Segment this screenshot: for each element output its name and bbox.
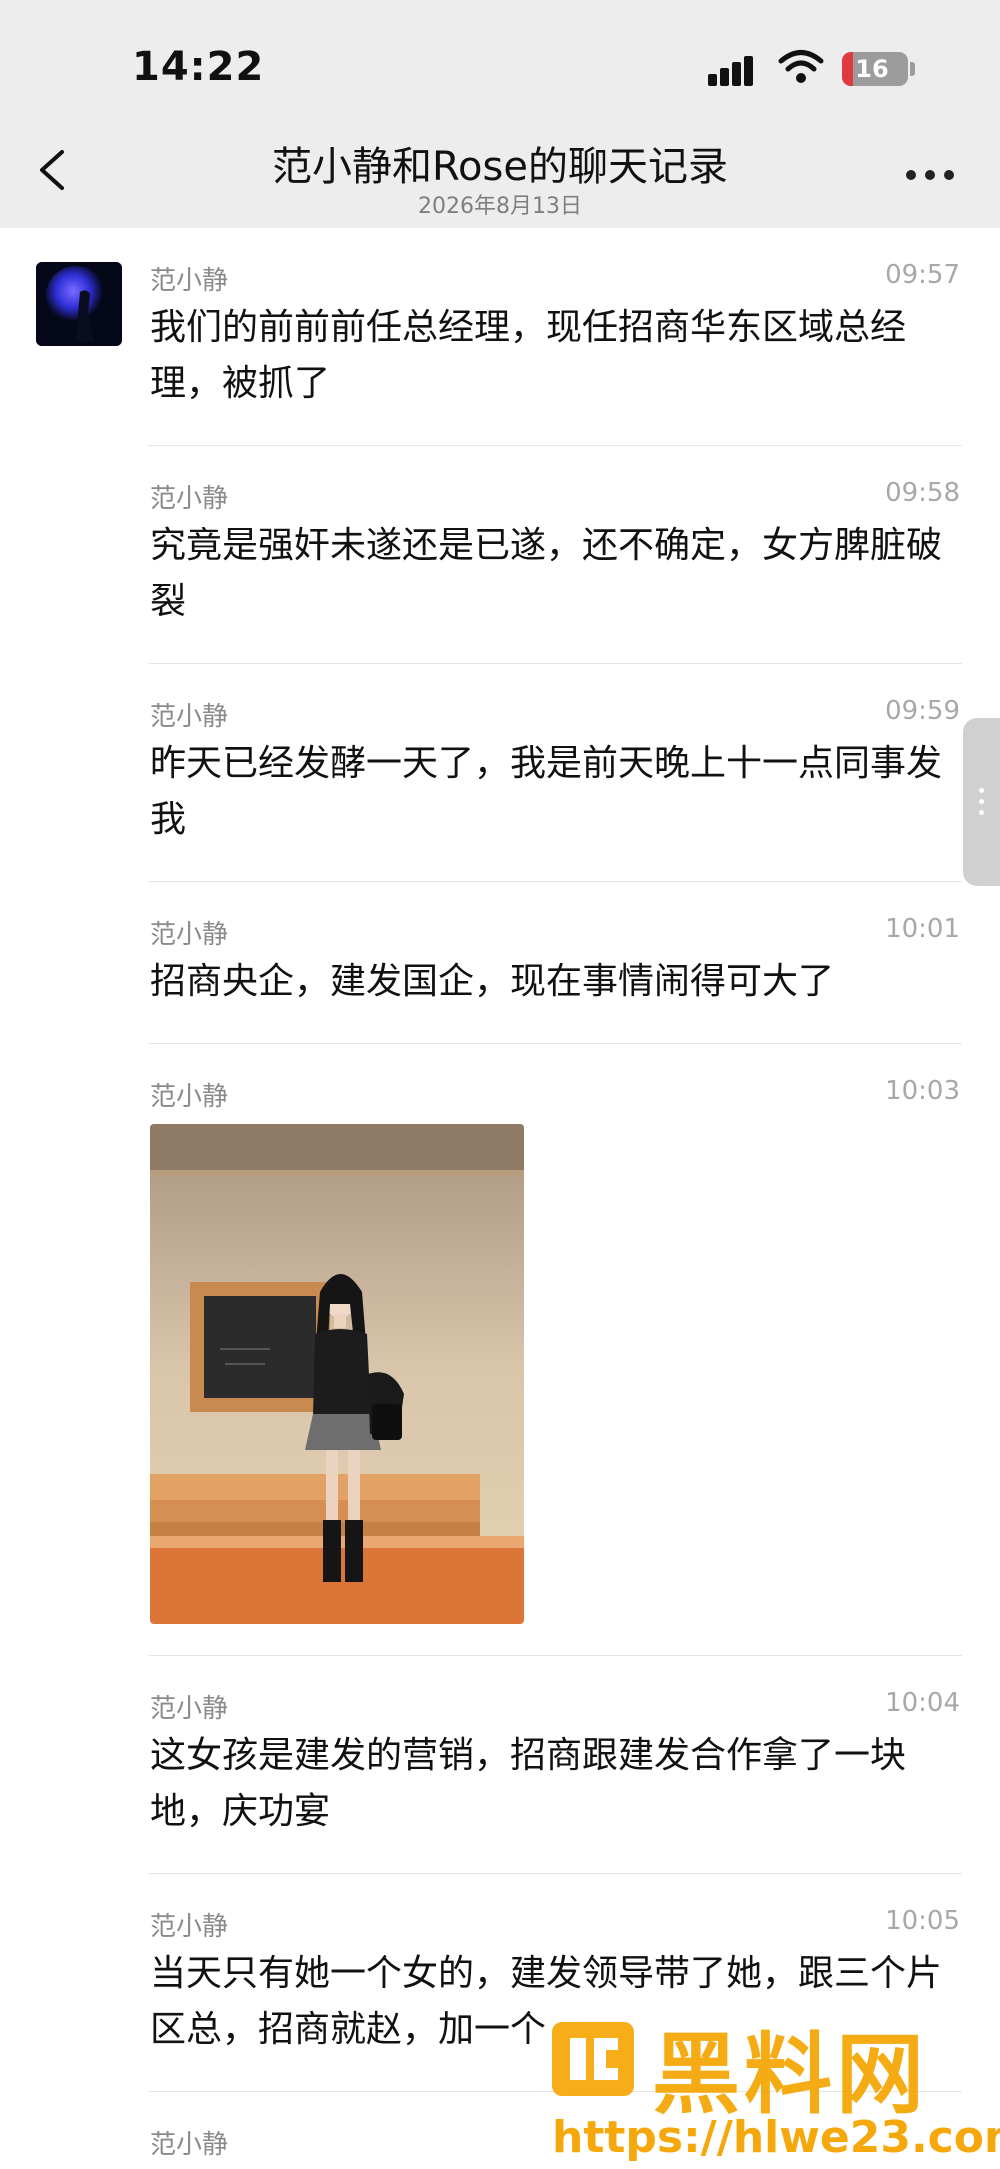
message-time: 10:01 [885, 914, 960, 944]
message-text: 这女孩是建发的营销，招商跟建发合作拿了一块地，庆功宴 [150, 1735, 907, 1832]
message-divider [148, 445, 962, 446]
cellular-signal-icon [708, 52, 764, 86]
battery-cap [910, 62, 915, 76]
status-time: 14:22 [132, 44, 265, 90]
sender-name: 范小静 [150, 1912, 229, 1942]
message-divider [148, 1873, 962, 1874]
message-text: 招商央企，建发国企，现在事情闹得可大了 [150, 961, 835, 1002]
more-dots-icon[interactable] [902, 158, 958, 192]
sender-name: 范小静 [150, 1694, 229, 1724]
message-item[interactable]: 范小静 09:57 我们的前前前任总经理，现任招商华东区域总经理，被抓了 [148, 260, 962, 446]
message-text: 我们的前前前任总经理，现任招商华东区域总经理，被抓了 [150, 307, 907, 404]
sender-name: 范小静 [150, 702, 229, 732]
sender-name: 范小静 [150, 2130, 229, 2160]
message-time: 09:58 [885, 478, 960, 508]
avatar[interactable] [36, 262, 122, 346]
message-time: 09:57 [885, 260, 960, 290]
battery-icon: 16 [842, 52, 908, 86]
message-divider [148, 663, 962, 664]
sender-name: 范小静 [150, 1082, 229, 1112]
battery-level-text: 16 [855, 55, 889, 83]
header-bar: 14:22 16 范小静和Rose的聊天记录 2026年8月13日 [0, 0, 1000, 228]
message-item[interactable]: 范小静 10:04 这女孩是建发的营销，招商跟建发合作拿了一块地，庆功宴 [148, 1688, 962, 1874]
message-item[interactable]: 范小静 09:58 究竟是强奸未遂还是已遂，还不确定，女方脾脏破裂 [148, 478, 962, 664]
sender-name: 范小静 [150, 484, 229, 514]
watermark-url: https://hlwe23.com [552, 2112, 1000, 2163]
message-text: 昨天已经发酵一天了，我是前天晚上十一点同事发我 [150, 743, 943, 840]
message-divider [148, 1655, 962, 1656]
message-divider [148, 881, 962, 882]
scroll-handle[interactable] [963, 718, 1000, 886]
message-item[interactable]: 范小静 09:59 昨天已经发酵一天了，我是前天晚上十一点同事发我 [148, 696, 962, 882]
message-time: 10:05 [885, 1906, 960, 1936]
sender-name: 范小静 [150, 266, 229, 296]
chat-title: 范小静和Rose的聊天记录 [272, 144, 728, 190]
message-text: 究竟是强奸未遂还是已遂，还不确定，女方脾脏破裂 [150, 525, 943, 622]
message-item[interactable]: 范小静 10:01 招商央企，建发国企，现在事情闹得可大了 [148, 914, 962, 1044]
message-time: 09:59 [885, 696, 960, 726]
sender-name: 范小静 [150, 920, 229, 950]
message-divider [148, 1043, 962, 1044]
watermark-logo-icon [552, 2022, 634, 2096]
message-time: 10:04 [885, 1688, 960, 1718]
message-time: 10:03 [885, 1076, 960, 1106]
message-photo[interactable] [150, 1124, 524, 1624]
chat-date: 2026年8月13日 [418, 194, 582, 219]
wifi-icon [778, 50, 824, 83]
